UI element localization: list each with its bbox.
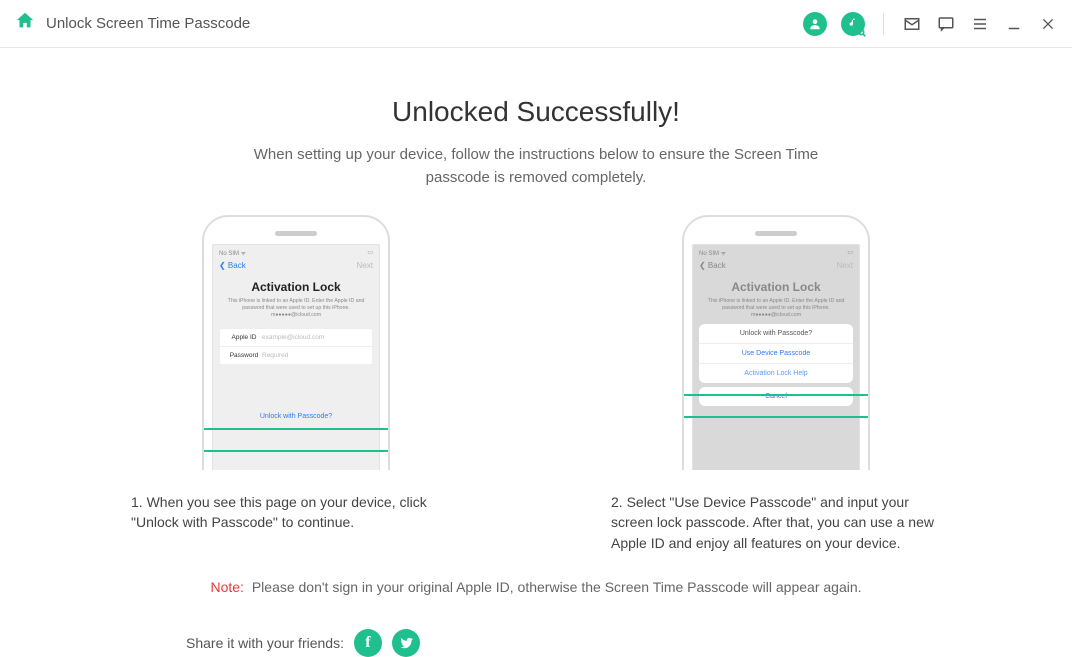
status-left: No SIM ᯤ bbox=[219, 249, 246, 257]
main-content: Unlocked Successfully! When setting up y… bbox=[0, 48, 1072, 657]
activation-title: Activation Lock bbox=[699, 280, 853, 294]
share-row: Share it with your friends: f bbox=[0, 629, 1072, 657]
password-placeholder: Required bbox=[262, 352, 288, 359]
phone-screen-1: No SIM ᯤ ▭ ❮ Back Next Activation Lock T… bbox=[212, 244, 380, 470]
phone-mockup-1: No SIM ᯤ ▭ ❮ Back Next Activation Lock T… bbox=[202, 215, 390, 470]
apple-id-row: Apple ID example@icloud.com bbox=[220, 329, 372, 347]
success-description: When setting up your device, follow the … bbox=[226, 144, 846, 189]
status-bar: No SIM ᯤ ▭ bbox=[699, 249, 853, 257]
account-icon[interactable] bbox=[803, 12, 827, 36]
share-twitter-button[interactable] bbox=[392, 629, 420, 657]
nav-row: ❮ Back Next bbox=[699, 261, 853, 270]
step-2-column: No SIM ᯤ ▭ ❮ Back Next Activation Lock T… bbox=[601, 215, 951, 553]
page-title: Unlock Screen Time Passcode bbox=[46, 15, 250, 32]
mail-icon[interactable] bbox=[902, 14, 922, 34]
credential-fields: Apple ID example@icloud.com Password Req… bbox=[219, 328, 373, 365]
status-bar: No SIM ᯤ ▭ bbox=[219, 249, 373, 257]
popup-cancel: Cancel bbox=[699, 387, 853, 406]
step-2-text: 2. Select "Use Device Passcode" and inpu… bbox=[611, 492, 941, 553]
feedback-icon[interactable] bbox=[936, 14, 956, 34]
note-label: Note: bbox=[210, 579, 243, 595]
menu-icon[interactable] bbox=[970, 14, 990, 34]
popup-question: Unlock with Passcode? bbox=[699, 324, 853, 344]
close-icon[interactable] bbox=[1038, 14, 1058, 34]
next-link: Next bbox=[837, 261, 853, 270]
status-left: No SIM ᯤ bbox=[699, 249, 726, 257]
highlight-unlock-passcode bbox=[202, 428, 390, 452]
phone-speaker bbox=[755, 231, 797, 236]
home-icon[interactable] bbox=[14, 10, 36, 37]
activation-desc: This iPhone is linked to an Apple ID. En… bbox=[699, 298, 853, 318]
share-facebook-button[interactable]: f bbox=[354, 629, 382, 657]
nav-row: ❮ Back Next bbox=[219, 261, 373, 270]
note-text: Please don't sign in your original Apple… bbox=[252, 579, 862, 595]
phone-mockup-2: No SIM ᯤ ▭ ❮ Back Next Activation Lock T… bbox=[682, 215, 870, 470]
share-label: Share it with your friends: bbox=[186, 635, 344, 651]
password-row: Password Required bbox=[220, 347, 372, 364]
back-link: ❮ Back bbox=[699, 261, 726, 270]
apple-id-placeholder: example@icloud.com bbox=[262, 334, 324, 341]
passcode-popup: Unlock with Passcode? Use Device Passcod… bbox=[699, 324, 853, 383]
unlock-passcode-link: Unlock with Passcode? bbox=[219, 413, 373, 420]
popup-use-device-passcode: Use Device Passcode bbox=[699, 344, 853, 364]
apple-id-label: Apple ID bbox=[226, 334, 262, 341]
popup-help: Activation Lock Help bbox=[699, 364, 853, 383]
step-1-text: 1. When you see this page on your device… bbox=[131, 492, 461, 533]
password-label: Password bbox=[226, 352, 262, 359]
music-search-icon[interactable] bbox=[841, 12, 865, 36]
minimize-icon[interactable] bbox=[1004, 14, 1024, 34]
activation-title: Activation Lock bbox=[219, 280, 373, 294]
instruction-columns: No SIM ᯤ ▭ ❮ Back Next Activation Lock T… bbox=[0, 215, 1072, 553]
note-row: Note: Please don't sign in your original… bbox=[0, 579, 1072, 595]
activation-desc: This iPhone is linked to an Apple ID. En… bbox=[219, 298, 373, 318]
status-right: ▭ bbox=[847, 249, 853, 257]
back-link: ❮ Back bbox=[219, 261, 246, 270]
phone-screen-2: No SIM ᯤ ▭ ❮ Back Next Activation Lock T… bbox=[692, 244, 860, 470]
success-title: Unlocked Successfully! bbox=[0, 96, 1072, 128]
phone-speaker bbox=[275, 231, 317, 236]
app-header: Unlock Screen Time Passcode bbox=[0, 0, 1072, 48]
next-link: Next bbox=[357, 261, 373, 270]
divider bbox=[883, 13, 884, 35]
header-icons bbox=[803, 12, 1058, 36]
step-1-column: No SIM ᯤ ▭ ❮ Back Next Activation Lock T… bbox=[121, 215, 471, 553]
status-right: ▭ bbox=[367, 249, 373, 257]
